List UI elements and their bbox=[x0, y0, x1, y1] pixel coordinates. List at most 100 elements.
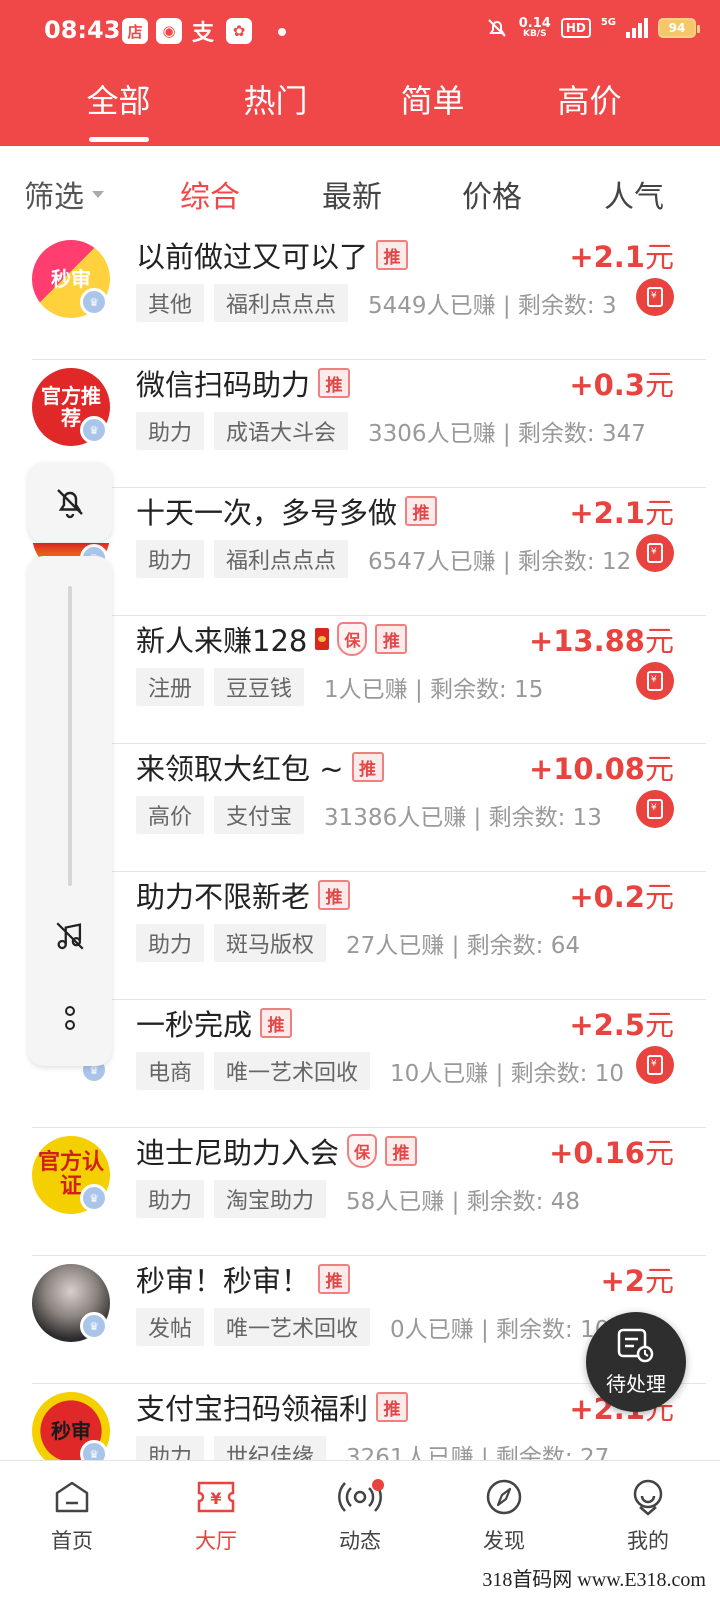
side-scroll-track[interactable] bbox=[68, 586, 72, 886]
task-item[interactable]: 官方认证 ♛ 迪士尼助力入会 保 推 +0.16元 助力 淘宝助力 58人已赚 … bbox=[0, 1128, 720, 1256]
mute-icon bbox=[485, 16, 509, 40]
header: 08:43 店 ◉ 支 ✿ 0.14 KB/S HD 5G 94 全部 热门 简… bbox=[0, 0, 720, 146]
task-stats: 1人已赚 | 剩余数: 15 bbox=[324, 677, 544, 703]
task-title: 微信扫码助力 推 bbox=[136, 362, 351, 404]
top-tabs: 全部 热门 简单 高价 bbox=[0, 62, 720, 146]
verified-icon: ♛ bbox=[80, 288, 108, 316]
money-jar-icon[interactable] bbox=[636, 662, 674, 700]
source-tag: 支付宝 bbox=[214, 796, 305, 834]
source-tag: 世纪佳缘 bbox=[214, 1436, 327, 1460]
task-meta: 助力 成语大斗会 3306人已赚 | 剩余数: 347 bbox=[136, 412, 646, 450]
tab-high-price[interactable]: 高价 bbox=[511, 62, 668, 146]
net-speed: 0.14 KB/S bbox=[518, 16, 551, 39]
tab-all[interactable]: 全部 bbox=[40, 62, 197, 146]
home-icon bbox=[55, 1481, 89, 1513]
tab-simple[interactable]: 简单 bbox=[354, 62, 511, 146]
money-jar-icon[interactable] bbox=[636, 534, 674, 572]
sort-popularity[interactable]: 人气 bbox=[604, 172, 664, 216]
task-reward: +10.08元 bbox=[528, 752, 674, 786]
category-tag: 助力 bbox=[136, 1436, 205, 1460]
sort-newest[interactable]: 最新 bbox=[322, 172, 382, 216]
notification-toggle[interactable] bbox=[28, 462, 112, 542]
task-item[interactable]: 秒审 ♛ 以前做过又可以了 推 +2.1元 其他 福利点点点 5449人已赚 |… bbox=[0, 232, 720, 360]
recommend-badge: 推 bbox=[375, 624, 408, 654]
category-tag: 助力 bbox=[136, 1180, 205, 1218]
baidu-icon: ✿ bbox=[226, 18, 252, 44]
recommend-badge: 推 bbox=[318, 1264, 351, 1294]
category-tag: 发帖 bbox=[136, 1308, 205, 1346]
nav-home[interactable]: 首页 bbox=[0, 1461, 144, 1600]
task-title: 十天一次，多号多做 推 bbox=[136, 490, 438, 532]
recommend-badge: 推 bbox=[376, 1392, 409, 1422]
profile-icon bbox=[633, 1479, 663, 1516]
red-packet-icon bbox=[315, 628, 330, 650]
recommend-badge: 推 bbox=[318, 368, 351, 398]
task-reward: +2元 bbox=[600, 1264, 675, 1298]
tab-hot[interactable]: 热门 bbox=[197, 62, 354, 146]
app-notification-icon: ◉ bbox=[156, 18, 182, 44]
source-tag: 唯一艺术回收 bbox=[214, 1308, 371, 1346]
task-title: 新人来赚128 保 推 bbox=[136, 618, 408, 660]
verified-icon: ♛ bbox=[80, 1184, 108, 1212]
category-tag: 其他 bbox=[136, 284, 205, 322]
music-off-button[interactable] bbox=[50, 916, 90, 956]
task-meta: 助力 斑马版权 27人已赚 | 剩余数: 64 bbox=[136, 924, 580, 962]
compass-icon bbox=[486, 1479, 522, 1515]
task-stats: 3261人已赚 | 剩余数: 27 bbox=[346, 1445, 610, 1460]
recommend-badge: 推 bbox=[351, 752, 384, 782]
source-tag: 福利点点点 bbox=[214, 284, 349, 322]
task-stats: 31386人已赚 | 剩余数: 13 bbox=[324, 805, 602, 831]
pending-button[interactable]: 待处理 bbox=[586, 1312, 686, 1412]
verified-icon: ♛ bbox=[80, 416, 108, 444]
source-tag: 成语大斗会 bbox=[214, 412, 349, 450]
signal-icon bbox=[626, 18, 648, 38]
filter-row: 筛选 综合 最新 价格 人气 bbox=[0, 150, 720, 232]
app-notification-icon: 店 bbox=[122, 18, 148, 44]
hd-badge: HD bbox=[560, 18, 591, 38]
money-jar-icon[interactable] bbox=[636, 278, 674, 316]
task-stats: 3306人已赚 | 剩余数: 347 bbox=[368, 421, 646, 447]
battery-icon: 94 bbox=[658, 18, 700, 38]
guarantee-badge: 保 bbox=[347, 1134, 378, 1168]
more-button[interactable] bbox=[50, 998, 90, 1038]
more-notifications-dot bbox=[278, 28, 286, 36]
music-off-icon bbox=[56, 922, 84, 950]
watermark: 318首码网 www.E318.com bbox=[482, 1569, 706, 1591]
task-icon bbox=[617, 1328, 654, 1362]
floating-side-panel bbox=[28, 556, 112, 1066]
task-title: 支付宝扫码领福利 推 bbox=[136, 1386, 409, 1428]
sort-price[interactable]: 价格 bbox=[462, 172, 522, 216]
task-reward: +2.1元 bbox=[569, 496, 674, 530]
task-reward: +0.2元 bbox=[569, 880, 674, 914]
category-tag: 助力 bbox=[136, 924, 205, 962]
status-bar: 08:43 店 ◉ 支 ✿ 0.14 KB/S HD 5G 94 bbox=[0, 0, 720, 62]
task-title: 一秒完成 推 bbox=[136, 1002, 293, 1044]
source-tag: 唯一艺术回收 bbox=[214, 1052, 371, 1090]
task-reward: +0.3元 bbox=[569, 368, 674, 402]
alipay-icon: 支 bbox=[191, 21, 214, 46]
category-tag: 助力 bbox=[136, 540, 205, 578]
hall-icon: ¥ bbox=[197, 1481, 235, 1513]
task-stats: 0人已赚 | 剩余数: 10 bbox=[390, 1317, 610, 1343]
nav-hall[interactable]: ¥ 大厅 bbox=[144, 1461, 288, 1600]
money-jar-icon[interactable] bbox=[636, 790, 674, 828]
task-stats: 6547人已赚 | 剩余数: 12 bbox=[368, 549, 632, 575]
recommend-badge: 推 bbox=[405, 496, 438, 526]
task-reward: +2.1元 bbox=[569, 240, 674, 274]
recommend-badge: 推 bbox=[318, 880, 351, 910]
task-meta: 注册 豆豆钱 1人已赚 | 剩余数: 15 bbox=[136, 668, 543, 706]
sort-comprehensive[interactable]: 综合 bbox=[180, 172, 240, 216]
bell-off-icon bbox=[57, 489, 83, 519]
recommend-badge: 推 bbox=[260, 1008, 293, 1038]
category-tag: 助力 bbox=[136, 412, 205, 450]
nav-dynamic[interactable]: 动态 bbox=[288, 1461, 432, 1600]
filter-label: 筛选 bbox=[24, 180, 84, 215]
task-stats: 27人已赚 | 剩余数: 64 bbox=[346, 933, 580, 959]
money-jar-icon[interactable] bbox=[636, 1046, 674, 1084]
network-type: 5G bbox=[600, 16, 616, 28]
task-meta: 助力 世纪佳缘 3261人已赚 | 剩余数: 27 bbox=[136, 1436, 609, 1460]
filter-button[interactable]: 筛选 bbox=[24, 172, 104, 216]
task-stats: 10人已赚 | 剩余数: 10 bbox=[390, 1061, 624, 1087]
task-title: 秒审！秒审！ 推 bbox=[136, 1258, 351, 1300]
source-tag: 福利点点点 bbox=[214, 540, 349, 578]
